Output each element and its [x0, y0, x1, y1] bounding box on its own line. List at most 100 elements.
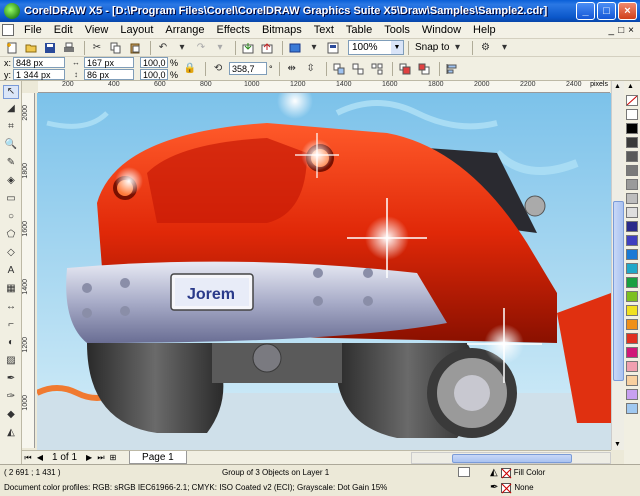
coreldraw-app-icon[interactable] [4, 3, 20, 19]
menu-tools[interactable]: Tools [378, 24, 416, 36]
redo-dropdown-icon[interactable]: ▾ [212, 40, 228, 55]
palette-swatch[interactable] [626, 403, 638, 414]
menu-table[interactable]: Table [340, 24, 378, 36]
undo-dropdown-icon[interactable]: ▾ [174, 40, 190, 55]
prev-page-icon[interactable]: ◀ [34, 453, 46, 462]
close-button[interactable]: × [618, 2, 637, 20]
horizontal-scrollbar[interactable] [411, 451, 611, 464]
eyedropper-tool-icon[interactable]: ✒ [3, 373, 19, 387]
shape-tool-icon[interactable]: ◢ [3, 103, 19, 117]
crop-tool-icon[interactable]: ⌗ [3, 121, 19, 135]
scale-y-field[interactable]: 100,0 [140, 69, 169, 80]
zoom-tool-icon[interactable]: 🔍 [3, 139, 19, 153]
menu-help[interactable]: Help [467, 24, 502, 36]
connector-tool-icon[interactable]: ⌐ [3, 319, 19, 333]
drawing-canvas[interactable]: Jorem [37, 93, 611, 450]
print-icon[interactable] [61, 40, 77, 55]
transparency-tool-icon[interactable]: ▨ [3, 355, 19, 369]
basic-shapes-tool-icon[interactable]: ◇ [3, 247, 19, 261]
palette-swatch[interactable] [626, 319, 638, 330]
page-tab[interactable]: Page 1 [129, 451, 187, 464]
minimize-button[interactable]: _ [576, 2, 595, 20]
vertical-scrollbar[interactable]: ▲ ▼ [611, 81, 624, 450]
no-color-swatch[interactable] [626, 95, 638, 106]
width-field[interactable]: 167 px [84, 57, 135, 68]
pick-tool-icon[interactable]: ↖ [3, 85, 19, 99]
snap-to-button[interactable]: Snap to [415, 42, 449, 53]
palette-swatch[interactable] [626, 375, 638, 386]
scroll-down-icon[interactable]: ▼ [614, 441, 621, 448]
rectangle-tool-icon[interactable]: ▭ [3, 193, 19, 207]
palette-swatch[interactable] [626, 389, 638, 400]
launcher-dropdown-icon[interactable]: ▾ [306, 40, 322, 55]
palette-swatch[interactable] [626, 193, 638, 204]
height-field[interactable]: 86 px [84, 69, 135, 80]
palette-swatch[interactable] [626, 221, 638, 232]
horizontal-ruler[interactable]: 200 400 600 800 1000 1200 1400 1600 1800… [38, 81, 610, 93]
add-page-icon[interactable]: ⊞ [107, 453, 119, 462]
palette-swatch[interactable] [626, 277, 638, 288]
open-folder-icon[interactable] [23, 40, 39, 55]
dimension-tool-icon[interactable]: ↔ [3, 301, 19, 315]
menu-layout[interactable]: Layout [114, 24, 159, 36]
doc-minimize-button[interactable]: _ [609, 25, 615, 36]
group-icon[interactable] [331, 61, 347, 76]
text-tool-icon[interactable]: A [3, 265, 19, 279]
palette-swatch[interactable] [626, 207, 638, 218]
palette-swatch[interactable] [626, 151, 638, 162]
import-icon[interactable] [240, 40, 256, 55]
vertical-scroll-thumb[interactable] [613, 201, 624, 381]
freehand-tool-icon[interactable]: ✎ [3, 157, 19, 171]
palette-swatch[interactable] [626, 333, 638, 344]
undo-icon[interactable]: ↶ [155, 40, 171, 55]
maximize-button[interactable]: □ [597, 2, 616, 20]
menu-effects[interactable]: Effects [211, 24, 256, 36]
to-front-icon[interactable] [397, 61, 413, 76]
palette-scroll-up-icon[interactable]: ▲ [627, 83, 634, 90]
menu-bitmaps[interactable]: Bitmaps [256, 24, 308, 36]
blend-tool-icon[interactable]: ◐ [3, 337, 19, 351]
ungroup-icon[interactable] [350, 61, 366, 76]
new-document-icon[interactable] [4, 40, 20, 55]
palette-swatch[interactable] [626, 179, 638, 190]
options-dropdown-icon[interactable]: ▾ [496, 40, 512, 55]
options-gear-icon[interactable]: ⚙ [477, 40, 493, 55]
object-info-icon[interactable] [458, 467, 470, 477]
doc-restore-button[interactable]: □ [618, 25, 624, 36]
fill-tool-icon[interactable]: ◆ [3, 409, 19, 423]
export-icon[interactable] [259, 40, 275, 55]
align-distribute-icon[interactable] [444, 61, 460, 76]
doc-close-button[interactable]: × [628, 25, 634, 36]
menu-text[interactable]: Text [308, 24, 340, 36]
snap-dropdown-icon[interactable]: ▾ [449, 40, 465, 55]
menu-file[interactable]: File [18, 24, 48, 36]
outline-indicator[interactable]: ✒ None [490, 482, 534, 493]
menu-window[interactable]: Window [416, 24, 467, 36]
smart-fill-tool-icon[interactable]: ◈ [3, 175, 19, 189]
welcome-screen-icon[interactable] [325, 40, 341, 55]
zoom-level-combo[interactable]: 100% ▼ [348, 40, 404, 55]
last-page-icon[interactable]: ⏭ [95, 453, 107, 463]
rotation-field[interactable]: 358,7 [229, 62, 268, 75]
palette-swatch[interactable] [626, 361, 638, 372]
outline-pen-tool-icon[interactable]: ✑ [3, 391, 19, 405]
car-illustration[interactable]: Jorem [37, 93, 611, 450]
scale-x-field[interactable]: 100,0 [140, 57, 169, 68]
save-icon[interactable] [42, 40, 58, 55]
paste-icon[interactable] [127, 40, 143, 55]
vertical-ruler[interactable]: 2000 1800 1600 1400 1200 1000 [22, 93, 35, 448]
application-launcher-icon[interactable] [287, 40, 303, 55]
interactive-fill-tool-icon[interactable]: ◭ [3, 427, 19, 441]
ungroup-all-icon[interactable] [369, 61, 385, 76]
palette-swatch[interactable] [626, 123, 638, 134]
chevron-down-icon[interactable]: ▼ [391, 41, 403, 54]
y-position-field[interactable]: 1 344 px [13, 69, 66, 80]
palette-swatch[interactable] [626, 263, 638, 274]
scroll-up-icon[interactable]: ▲ [614, 83, 621, 90]
x-position-field[interactable]: 848 px [13, 57, 66, 68]
palette-swatch[interactable] [626, 109, 638, 120]
palette-swatch[interactable] [626, 165, 638, 176]
redo-icon[interactable]: ↷ [193, 40, 209, 55]
mirror-horizontal-icon[interactable]: ⇹ [284, 61, 300, 76]
document-icon[interactable] [2, 24, 14, 36]
